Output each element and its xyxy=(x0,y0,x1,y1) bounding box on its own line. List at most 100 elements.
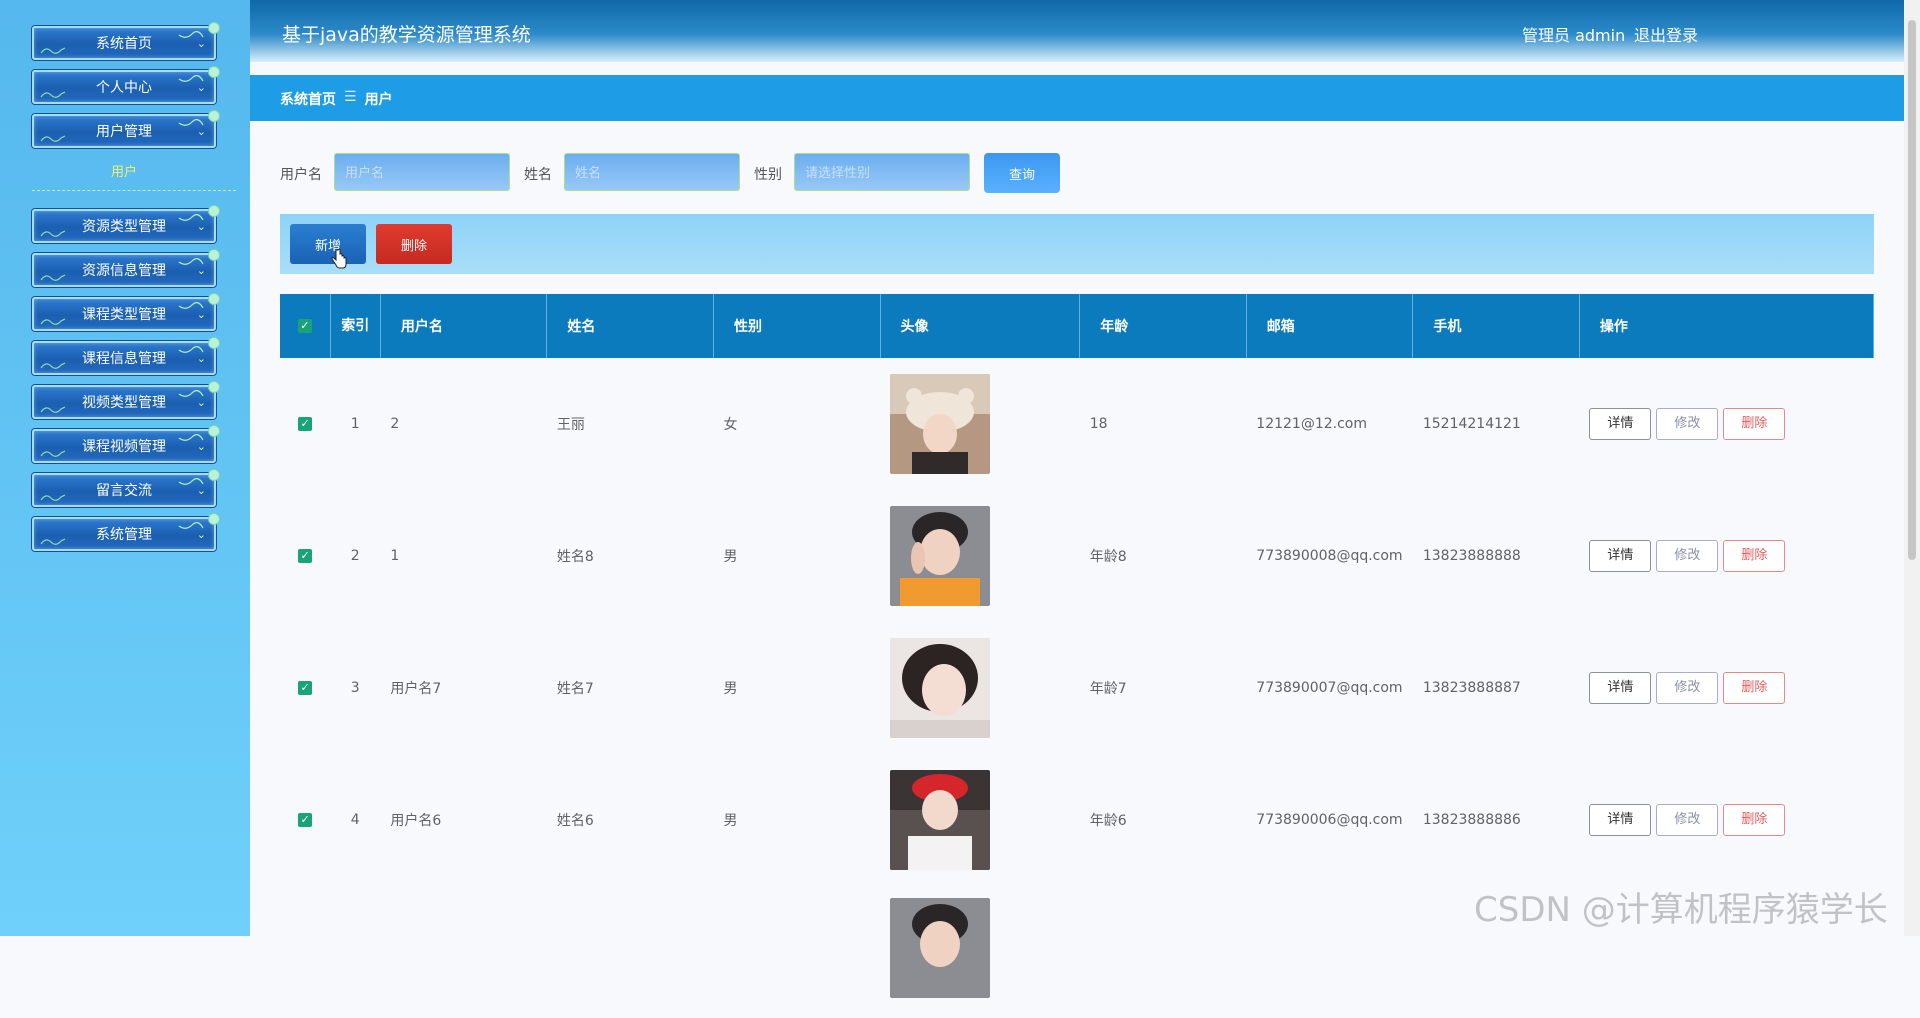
edit-button[interactable]: 修改 xyxy=(1656,408,1719,440)
cell-index: 3 xyxy=(350,680,360,696)
cell-avatar xyxy=(880,490,1080,622)
sidebar-item-label: 资源类型管理 xyxy=(82,219,166,235)
sidebar-item-course-type[interactable]: 课程类型管理 ⌄ xyxy=(32,293,220,331)
delete-button[interactable]: 删除 xyxy=(1723,540,1786,572)
detail-button[interactable]: 详情 xyxy=(1589,540,1652,572)
sidebar: 系统首页 ⌄ 个人中心 ⌄ 用户管理 ⌄ 用户 资源类型管理 ⌄ 资源信息管理 … xyxy=(0,0,250,936)
ornament-icon xyxy=(40,91,66,98)
ornament-icon xyxy=(40,274,66,281)
sidebar-item-resource-info[interactable]: 资源信息管理 ⌄ xyxy=(32,249,220,287)
breadcrumb: 系统首页 ☰ 用户 xyxy=(280,89,393,109)
current-user: 管理员 admin xyxy=(1522,26,1626,45)
cell-index: 1 xyxy=(350,416,360,432)
sidebar-item-label: 个人中心 xyxy=(96,80,152,96)
col-age: 年龄 xyxy=(1079,294,1247,358)
sidebar-item-label: 课程视频管理 xyxy=(82,439,166,455)
cell-gender: 男 xyxy=(723,549,738,565)
cell-phone: 13823888886 xyxy=(1422,812,1521,828)
avatar-image xyxy=(890,770,991,870)
row-checkbox[interactable]: ✓ xyxy=(298,813,313,827)
delete-button[interactable]: 删除 xyxy=(1723,804,1786,836)
chevron-down-icon: ⌄ xyxy=(196,352,206,365)
chevron-down-icon: ⌄ xyxy=(196,484,206,497)
name-search-input[interactable] xyxy=(564,153,740,191)
cell-gender: 男 xyxy=(723,681,738,697)
sidebar-item-course-info[interactable]: 课程信息管理 ⌄ xyxy=(32,337,220,375)
ornament-icon xyxy=(40,318,66,325)
sidebar-item-course-video[interactable]: 课程视频管理 ⌄ xyxy=(32,425,220,463)
row-checkbox[interactable]: ✓ xyxy=(298,417,313,431)
delete-button[interactable]: 删除 xyxy=(1723,672,1786,704)
sidebar-item-system-management[interactable]: 系统管理 ⌄ xyxy=(32,513,220,551)
sidebar-item-label: 课程类型管理 xyxy=(82,307,166,323)
sidebar-item-video-type[interactable]: 视频类型管理 ⌄ xyxy=(32,381,220,419)
status-dot-icon xyxy=(208,22,220,34)
sidebar-item-label: 系统管理 xyxy=(96,527,152,543)
status-dot-icon xyxy=(208,513,220,525)
logout-link[interactable]: 退出登录 xyxy=(1634,22,1698,46)
select-all-header[interactable]: ✓ xyxy=(280,294,331,358)
sidebar-item-resource-type[interactable]: 资源类型管理 ⌄ xyxy=(32,205,220,243)
detail-button[interactable]: 详情 xyxy=(1589,408,1652,440)
sidebar-item-label: 留言交流 xyxy=(96,483,152,499)
ornament-icon xyxy=(40,135,66,142)
bulk-delete-button[interactable]: 删除 xyxy=(376,224,452,264)
col-avatar: 头像 xyxy=(880,294,1081,358)
submenu-divider xyxy=(32,190,236,191)
sidebar-item-personal-center[interactable]: 个人中心 ⌄ xyxy=(32,66,220,104)
cell-email: 12121@12.com xyxy=(1256,416,1367,432)
chevron-down-icon: ⌄ xyxy=(196,220,206,233)
sidebar-subitem-user[interactable]: 用户 xyxy=(32,161,216,181)
cell-name: 姓名7 xyxy=(556,681,594,697)
sidebar-item-messages[interactable]: 留言交流 ⌄ xyxy=(32,469,220,507)
cell-name: 姓名6 xyxy=(556,813,594,829)
chevron-down-icon: ⌄ xyxy=(196,396,206,409)
row-checkbox[interactable]: ✓ xyxy=(298,549,313,563)
app-title: 基于java的教学资源管理系统 xyxy=(282,24,531,46)
status-dot-icon xyxy=(208,249,220,261)
detail-button[interactable]: 详情 xyxy=(1589,672,1652,704)
chevron-down-icon: ⌄ xyxy=(196,81,206,94)
cell-phone: 13823888887 xyxy=(1422,680,1521,696)
check-icon[interactable]: ✓ xyxy=(297,319,312,333)
detail-button[interactable]: 详情 xyxy=(1589,804,1652,836)
edit-button[interactable]: 修改 xyxy=(1656,672,1719,704)
col-email: 邮箱 xyxy=(1246,294,1414,358)
cell-index: 4 xyxy=(350,812,360,828)
cell-age: 年龄6 xyxy=(1089,813,1127,829)
ornament-icon xyxy=(40,362,66,369)
scrollbar-thumb[interactable] xyxy=(1908,20,1916,560)
username-search-input[interactable] xyxy=(334,153,510,191)
action-bar: 新增 删除 xyxy=(280,214,1874,274)
sidebar-item-user-management[interactable]: 用户管理 ⌄ xyxy=(32,110,220,148)
cell-age: 18 xyxy=(1089,416,1108,432)
status-dot-icon xyxy=(208,381,220,393)
breadcrumb-home[interactable]: 系统首页 xyxy=(280,89,336,109)
cell-avatar xyxy=(880,754,1080,886)
breadcrumb-current: 用户 xyxy=(364,92,393,108)
edit-button[interactable]: 修改 xyxy=(1656,540,1719,572)
avatar-image xyxy=(890,638,991,738)
ornament-icon xyxy=(40,406,66,413)
cell-name: 姓名8 xyxy=(556,549,594,565)
sidebar-item-label: 资源信息管理 xyxy=(82,263,166,279)
row-checkbox-cell: ✓ xyxy=(280,358,330,490)
edit-button[interactable]: 修改 xyxy=(1656,804,1719,836)
col-gender: 性别 xyxy=(713,294,881,358)
add-button[interactable]: 新增 xyxy=(290,224,366,264)
cell-avatar xyxy=(880,622,1080,754)
gender-select[interactable] xyxy=(794,153,970,191)
avatar-image xyxy=(890,374,991,474)
delete-button[interactable]: 删除 xyxy=(1723,408,1786,440)
sidebar-item-home[interactable]: 系统首页 ⌄ xyxy=(32,22,220,60)
ornament-icon xyxy=(40,450,66,457)
row-checkbox-cell: ✓ xyxy=(280,622,330,754)
row-checkbox[interactable]: ✓ xyxy=(298,681,313,695)
query-button[interactable]: 查询 xyxy=(984,153,1060,193)
cell-index: 2 xyxy=(350,548,360,564)
cell-age: 年龄7 xyxy=(1089,681,1127,697)
cell-operations: 详情 修改 删除 xyxy=(1579,622,1873,754)
hand-cursor-icon xyxy=(331,248,347,269)
scrollbar[interactable] xyxy=(1904,0,1920,936)
chevron-down-icon: ⌄ xyxy=(196,264,206,277)
